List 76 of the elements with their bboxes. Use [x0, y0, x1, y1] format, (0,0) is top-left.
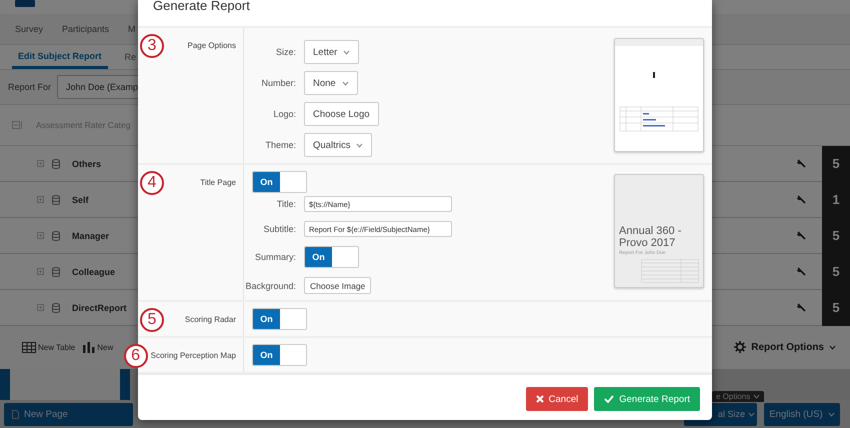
field-label: Subtitle:: [263, 224, 296, 234]
field-label: Theme:: [265, 140, 296, 150]
caret-icon: [342, 80, 349, 86]
dropdown-select[interactable]: Qualtrics: [304, 133, 372, 157]
on-off-toggle[interactable]: On: [304, 246, 359, 268]
caret-icon: [753, 394, 760, 399]
count-badge: 1: [822, 182, 850, 218]
database-icon: [52, 158, 60, 169]
report-options-button[interactable]: Report Options: [734, 341, 836, 354]
count-badge: 5: [822, 146, 850, 182]
database-icon: [52, 302, 60, 313]
wrench-icon[interactable]: [797, 195, 806, 204]
nav-tab[interactable]: Survey: [15, 24, 44, 34]
close-icon: [536, 395, 544, 403]
category-name: Self: [71, 194, 89, 205]
section-label: Scoring Radar: [184, 314, 236, 326]
page-thumbnail-edge: [0, 368, 10, 400]
step-number: 4: [140, 171, 164, 195]
category-name: DirectReport: [71, 302, 127, 313]
field-label: Title:: [276, 199, 296, 209]
wrench-icon[interactable]: [797, 303, 806, 312]
count-badge: 5: [822, 218, 850, 254]
subject-tab[interactable]: Re: [118, 45, 142, 70]
choose-button[interactable]: Choose Logo: [304, 102, 379, 126]
caret-icon: [343, 50, 350, 54]
field-label: Size:: [276, 47, 296, 57]
dropdown-select[interactable]: Letter: [304, 40, 360, 64]
gear-icon: [734, 341, 746, 354]
category-name: Others: [71, 158, 102, 169]
generate-report-button[interactable]: Generate Report: [594, 387, 700, 411]
check-icon: [604, 395, 614, 403]
on-off-toggle[interactable]: On: [252, 171, 307, 193]
nav-tab[interactable]: M: [128, 24, 136, 34]
cancel-button[interactable]: Cancel: [526, 387, 588, 411]
nav-tab[interactable]: Participants: [62, 24, 110, 34]
field-label: Number:: [261, 78, 296, 88]
caret-icon: [748, 412, 756, 417]
toolbar-button[interactable]: New: [83, 342, 114, 353]
on-off-toggle[interactable]: On: [252, 308, 307, 330]
section-label: Scoring Perception Map: [150, 350, 236, 362]
grid-icon: [22, 342, 36, 353]
options-tooltip: e Options: [712, 391, 764, 402]
caret-icon: [828, 412, 835, 417]
wrench-icon[interactable]: [797, 159, 806, 168]
database-icon: [52, 230, 60, 241]
wrench-icon[interactable]: [797, 267, 806, 276]
preview-title: Annual 360 - Provo 2017: [619, 225, 682, 249]
page-thumbnail-edge: [120, 368, 130, 400]
file-icon: [12, 410, 19, 419]
choose-button[interactable]: Choose Image: [304, 277, 372, 294]
dropdown-button[interactable]: English (US): [764, 402, 840, 426]
new-page-button[interactable]: New Page: [4, 402, 133, 426]
count-badge: 5: [822, 290, 850, 326]
on-off-toggle[interactable]: On: [252, 344, 307, 366]
toolbar-button[interactable]: New Table: [22, 342, 76, 353]
report-for-label: Report For: [8, 82, 52, 92]
field-label: Background:: [245, 280, 296, 290]
dropdown-select[interactable]: None: [304, 71, 358, 95]
modal-title: Generate Report: [153, 0, 251, 11]
step-number: 5: [140, 308, 164, 332]
category-name: Manager: [71, 230, 110, 241]
section-label: Title Page: [200, 177, 236, 189]
collapse-icon: [12, 121, 22, 129]
field-label: Logo:: [273, 109, 296, 119]
field-label: Summary:: [254, 252, 296, 262]
database-icon: [52, 266, 60, 277]
section-label: Page Options: [188, 40, 236, 52]
wrench-icon[interactable]: [797, 231, 806, 240]
caret-icon: [829, 344, 836, 350]
count-badge: 5: [822, 254, 850, 290]
category-name: Colleague: [71, 266, 116, 277]
database-icon: [52, 194, 60, 205]
bar-chart-icon: [83, 342, 96, 353]
step-number: 3: [140, 34, 164, 58]
summary-table-drawing: [641, 259, 699, 283]
caret-icon: [356, 142, 364, 148]
